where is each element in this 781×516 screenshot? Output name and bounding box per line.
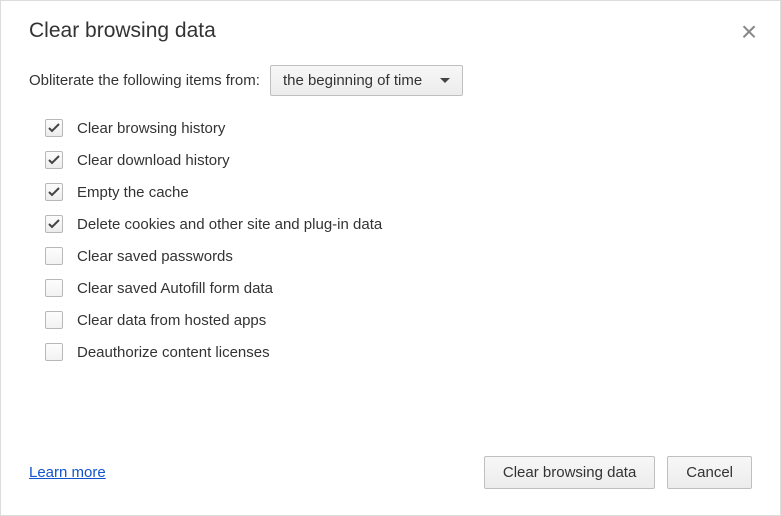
checkmark-icon	[48, 123, 60, 133]
option-label[interactable]: Delete cookies and other site and plug-i…	[77, 216, 382, 233]
checkbox-clear-hosted-apps[interactable]	[45, 311, 63, 329]
time-range-select-wrap: the beginning of time	[270, 65, 463, 96]
option-label[interactable]: Clear saved Autofill form data	[77, 280, 273, 297]
footer-buttons: Clear browsing data Cancel	[484, 456, 752, 489]
time-range-select[interactable]: the beginning of time	[270, 65, 463, 96]
time-range-row: Obliterate the following items from: the…	[29, 65, 752, 96]
dialog-body: Obliterate the following items from: the…	[1, 65, 780, 368]
dialog-footer: Learn more Clear browsing data Cancel	[1, 456, 780, 515]
checkbox-clear-autofill[interactable]	[45, 279, 63, 297]
checkbox-deauthorize-licenses[interactable]	[45, 343, 63, 361]
option-label[interactable]: Clear data from hosted apps	[77, 312, 266, 329]
option-label[interactable]: Clear browsing history	[77, 120, 225, 137]
checkmark-icon	[48, 187, 60, 197]
cancel-button[interactable]: Cancel	[667, 456, 752, 489]
option-clear-browsing-history: Clear browsing history	[45, 112, 752, 144]
learn-more-link[interactable]: Learn more	[29, 464, 106, 481]
checkbox-clear-passwords[interactable]	[45, 247, 63, 265]
checkbox-clear-browsing-history[interactable]	[45, 119, 63, 137]
option-delete-cookies: Delete cookies and other site and plug-i…	[45, 208, 752, 240]
option-label[interactable]: Clear download history	[77, 152, 230, 169]
checkbox-clear-download-history[interactable]	[45, 151, 63, 169]
checkmark-icon	[48, 155, 60, 165]
option-empty-cache: Empty the cache	[45, 176, 752, 208]
checkbox-empty-cache[interactable]	[45, 183, 63, 201]
option-label[interactable]: Clear saved passwords	[77, 248, 233, 265]
dialog-title: Clear browsing data	[29, 19, 752, 43]
time-range-label: Obliterate the following items from:	[29, 72, 260, 89]
close-icon: ×	[741, 21, 757, 43]
options-list: Clear browsing history Clear download hi…	[45, 112, 752, 368]
option-deauthorize-licenses: Deauthorize content licenses	[45, 336, 752, 368]
option-clear-autofill: Clear saved Autofill form data	[45, 272, 752, 304]
option-clear-download-history: Clear download history	[45, 144, 752, 176]
dialog-header: Clear browsing data ×	[1, 1, 780, 65]
option-label[interactable]: Deauthorize content licenses	[77, 344, 270, 361]
option-clear-hosted-apps: Clear data from hosted apps	[45, 304, 752, 336]
clear-browsing-data-dialog: Clear browsing data × Obliterate the fol…	[0, 0, 781, 516]
clear-browsing-data-button[interactable]: Clear browsing data	[484, 456, 655, 489]
checkbox-delete-cookies[interactable]	[45, 215, 63, 233]
option-clear-passwords: Clear saved passwords	[45, 240, 752, 272]
option-label[interactable]: Empty the cache	[77, 184, 189, 201]
close-button[interactable]: ×	[738, 21, 760, 43]
checkmark-icon	[48, 219, 60, 229]
time-range-selected-value: the beginning of time	[283, 72, 422, 89]
